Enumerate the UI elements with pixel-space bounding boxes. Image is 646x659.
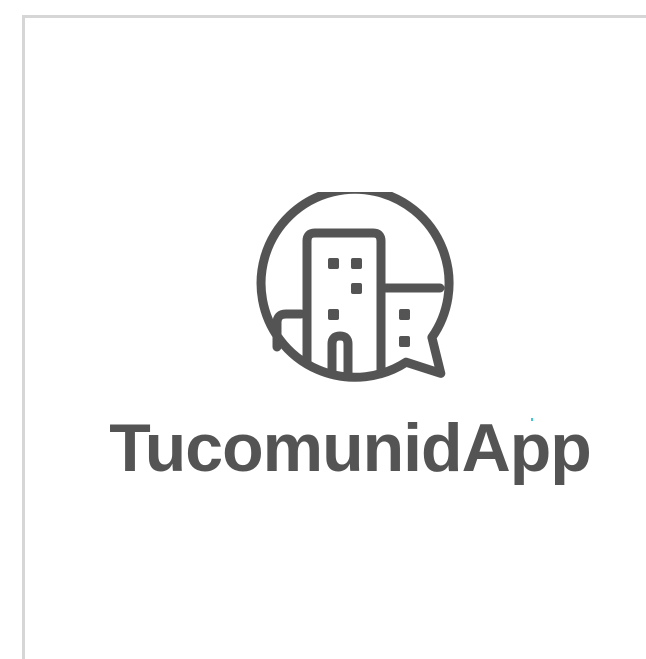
building-door bbox=[327, 331, 353, 378]
accent-speck bbox=[531, 418, 533, 421]
window-4 bbox=[328, 309, 339, 320]
left-building bbox=[272, 309, 306, 352]
city-chat-bubble-icon bbox=[248, 184, 454, 388]
window-6 bbox=[399, 336, 410, 347]
window-2 bbox=[351, 258, 362, 269]
city-chat-bubble-icon-svg bbox=[256, 184, 454, 382]
window-5 bbox=[399, 309, 410, 320]
window-3 bbox=[351, 283, 362, 294]
frame-top-border bbox=[22, 15, 646, 18]
frame-left-border bbox=[22, 15, 25, 659]
window-1 bbox=[328, 258, 339, 269]
brand-name: TucomunidApp bbox=[109, 410, 592, 486]
